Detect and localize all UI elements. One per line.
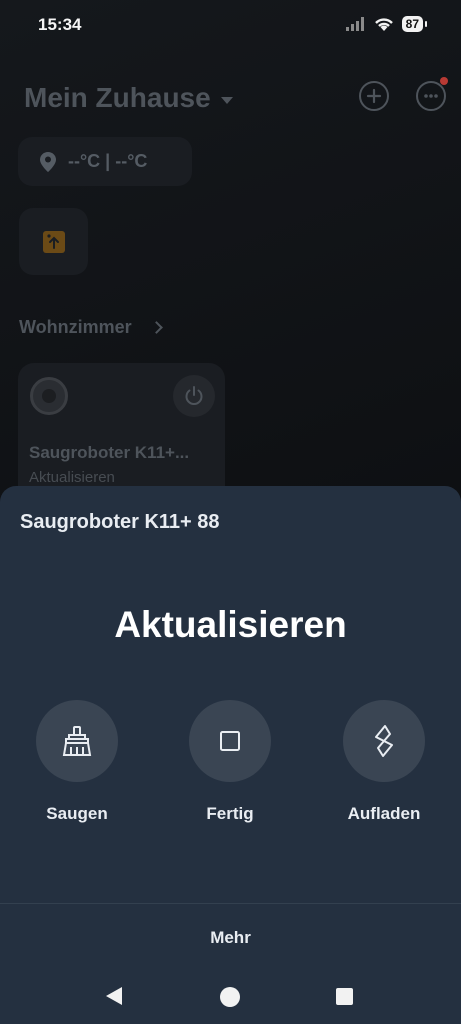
stop-icon (220, 731, 240, 751)
add-button[interactable] (359, 81, 389, 111)
device-status: Aktualisieren (29, 469, 115, 486)
aufladen-button[interactable] (343, 700, 425, 782)
action-aufladen[interactable]: Aufladen (319, 700, 449, 824)
system-navigation-bar (0, 970, 461, 1024)
signal-icon (345, 17, 364, 31)
sheet-device-name: Saugroboter K11+ 88 (20, 511, 220, 533)
chevron-right-icon (149, 321, 163, 334)
more-options-button[interactable] (416, 77, 448, 111)
status-time: 15:34 (38, 15, 82, 34)
scene-tile[interactable] (19, 208, 88, 275)
charge-icon (375, 725, 393, 757)
status-icons: 87 (345, 16, 428, 32)
ellipsis-icon (424, 94, 438, 98)
saugen-label: Saugen (46, 804, 108, 823)
weather-chip[interactable]: --°C | --°C (18, 137, 192, 186)
saugen-button[interactable] (36, 700, 118, 782)
battery-indicator: 87 (401, 16, 428, 32)
weather-text: --°C | --°C (68, 151, 148, 171)
home-title: Mein Zuhause (24, 82, 211, 113)
location-pin-icon (40, 151, 56, 172)
action-fertig[interactable]: Fertig (165, 700, 295, 824)
caret-down-icon (220, 96, 233, 104)
home-selector[interactable]: Mein Zuhause (24, 82, 233, 114)
power-icon (185, 386, 203, 405)
mehr-button[interactable]: Mehr (0, 928, 461, 948)
sheet-status: Aktualisieren (114, 604, 347, 645)
notification-dot (440, 77, 448, 85)
device-control-sheet: Saugroboter K11+ 88 Aktualisieren Saugen… (0, 486, 461, 1024)
power-button[interactable] (173, 375, 215, 417)
device-name: Saugroboter K11+... (29, 443, 190, 462)
plus-icon (366, 88, 382, 104)
back-icon[interactable] (106, 987, 122, 1005)
sheet-divider (0, 903, 461, 904)
fertig-label: Fertig (206, 804, 254, 823)
recent-apps-icon[interactable] (336, 988, 353, 1005)
room-header[interactable]: Wohnzimmer (19, 317, 163, 338)
broom-icon (62, 726, 92, 756)
action-saugen[interactable]: Saugen (12, 700, 142, 824)
room-title: Wohnzimmer (19, 317, 132, 337)
status-bar: 15:34 87 (0, 0, 461, 52)
scene-icon (42, 230, 65, 253)
fertig-button[interactable] (189, 700, 271, 782)
wifi-icon (374, 17, 393, 31)
aufladen-label: Aufladen (347, 804, 421, 823)
home-icon[interactable] (220, 987, 240, 1007)
robot-vacuum-icon (30, 377, 68, 415)
